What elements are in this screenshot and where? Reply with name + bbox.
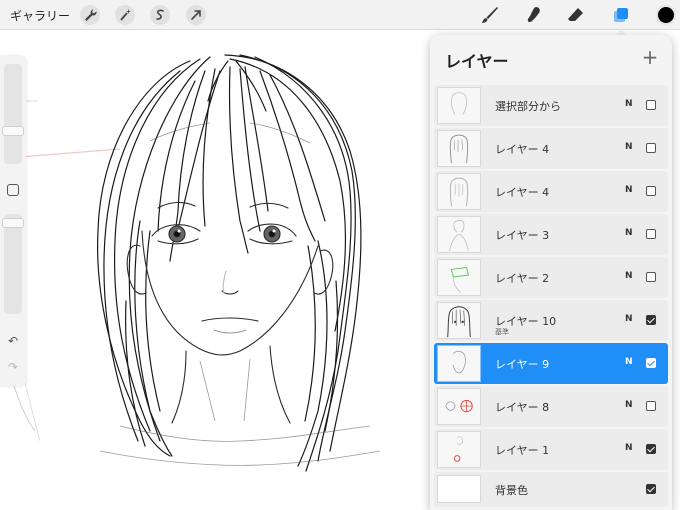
- eraser-icon[interactable]: [564, 3, 588, 27]
- blend-mode-button[interactable]: N: [625, 228, 633, 238]
- color-picker-button[interactable]: [656, 5, 676, 25]
- visibility-checkbox[interactable]: [646, 358, 656, 368]
- blend-mode-button[interactable]: N: [625, 185, 633, 195]
- layer-row[interactable]: レイヤー 4 N: [434, 171, 668, 212]
- layer-name: レイヤー 4: [495, 143, 550, 156]
- blend-mode-button[interactable]: N: [625, 400, 633, 410]
- layer-name: 選択部分から: [495, 100, 561, 113]
- blend-mode-button[interactable]: N: [625, 443, 633, 453]
- blend-mode-button[interactable]: N: [625, 357, 633, 367]
- layers-panel-title: レイヤー: [445, 52, 509, 71]
- layers-icon[interactable]: [609, 3, 633, 27]
- layer-thumbnail: [437, 216, 481, 253]
- layer-thumbnail: [437, 130, 481, 167]
- layer-row[interactable]: レイヤー 10 基準 N: [434, 300, 668, 341]
- visibility-checkbox[interactable]: [646, 143, 656, 153]
- layer-name: レイヤー 2: [495, 272, 550, 285]
- visibility-checkbox[interactable]: [646, 444, 656, 454]
- brush-size-handle[interactable]: [2, 126, 24, 136]
- layer-name: レイヤー 8: [495, 401, 550, 414]
- visibility-checkbox[interactable]: [646, 401, 656, 411]
- layer-row-selected[interactable]: レイヤー 9 N: [434, 343, 668, 384]
- layer-thumbnail: [437, 87, 481, 124]
- layer-thumbnail: [437, 173, 481, 210]
- visibility-checkbox[interactable]: [646, 100, 656, 110]
- layer-row[interactable]: レイヤー 8 N: [434, 386, 668, 427]
- visibility-checkbox[interactable]: [646, 272, 656, 282]
- visibility-checkbox[interactable]: [646, 315, 656, 325]
- layer-thumbnail: [437, 431, 481, 468]
- selection-icon[interactable]: [150, 5, 170, 25]
- visibility-checkbox[interactable]: [646, 484, 656, 494]
- magic-wand-icon[interactable]: [115, 5, 135, 25]
- face-strokes: [126, 201, 334, 424]
- gallery-button[interactable]: ギャラリー: [10, 7, 70, 24]
- background-swatch: [437, 475, 481, 503]
- layer-row[interactable]: レイヤー 2 N: [434, 257, 668, 298]
- brush-size-slider[interactable]: [4, 64, 22, 164]
- layer-name: レイヤー 3: [495, 229, 550, 242]
- visibility-checkbox[interactable]: [646, 229, 656, 239]
- layer-thumbnail: [437, 345, 481, 382]
- layer-row[interactable]: レイヤー 3 N: [434, 214, 668, 255]
- background-color-row[interactable]: 背景色: [434, 472, 668, 507]
- layer-row[interactable]: 選択部分から N: [434, 85, 668, 126]
- modify-square-icon[interactable]: [7, 184, 19, 196]
- blend-mode-button[interactable]: N: [625, 142, 633, 152]
- layers-panel: レイヤー + 選択部分から N レイヤー 4 N レイヤー 4 N レイヤー 3…: [430, 35, 672, 510]
- hair-strokes: [97, 54, 362, 472]
- layer-thumbnail: [437, 259, 481, 296]
- add-layer-button[interactable]: +: [639, 46, 661, 68]
- undo-icon[interactable]: ↶: [5, 334, 21, 348]
- wrench-icon[interactable]: [80, 5, 100, 25]
- layer-row[interactable]: レイヤー 1 N: [434, 429, 668, 470]
- layer-thumbnail: [437, 302, 481, 339]
- smudge-icon[interactable]: [522, 3, 546, 27]
- redo-icon[interactable]: ↷: [5, 360, 21, 374]
- blend-mode-button[interactable]: N: [625, 99, 633, 109]
- left-sidebar: ↶ ↷: [0, 56, 26, 386]
- top-toolbar: ギャラリー: [0, 0, 680, 30]
- opacity-slider[interactable]: [4, 214, 22, 314]
- visibility-checkbox[interactable]: [646, 186, 656, 196]
- layer-name: レイヤー 9: [495, 358, 550, 371]
- brush-icon[interactable]: [478, 3, 502, 27]
- layer-name: 背景色: [495, 484, 528, 497]
- blend-mode-button[interactable]: N: [625, 271, 633, 281]
- transform-arrow-icon[interactable]: [186, 5, 206, 25]
- blend-mode-button[interactable]: N: [625, 314, 633, 324]
- opacity-handle[interactable]: [2, 218, 24, 228]
- layer-row[interactable]: レイヤー 4 N: [434, 128, 668, 169]
- layer-name: レイヤー 1: [495, 444, 550, 457]
- layer-reference-label: 基準: [495, 328, 509, 336]
- layer-name: レイヤー 4: [495, 186, 550, 199]
- layer-thumbnail: [437, 388, 481, 425]
